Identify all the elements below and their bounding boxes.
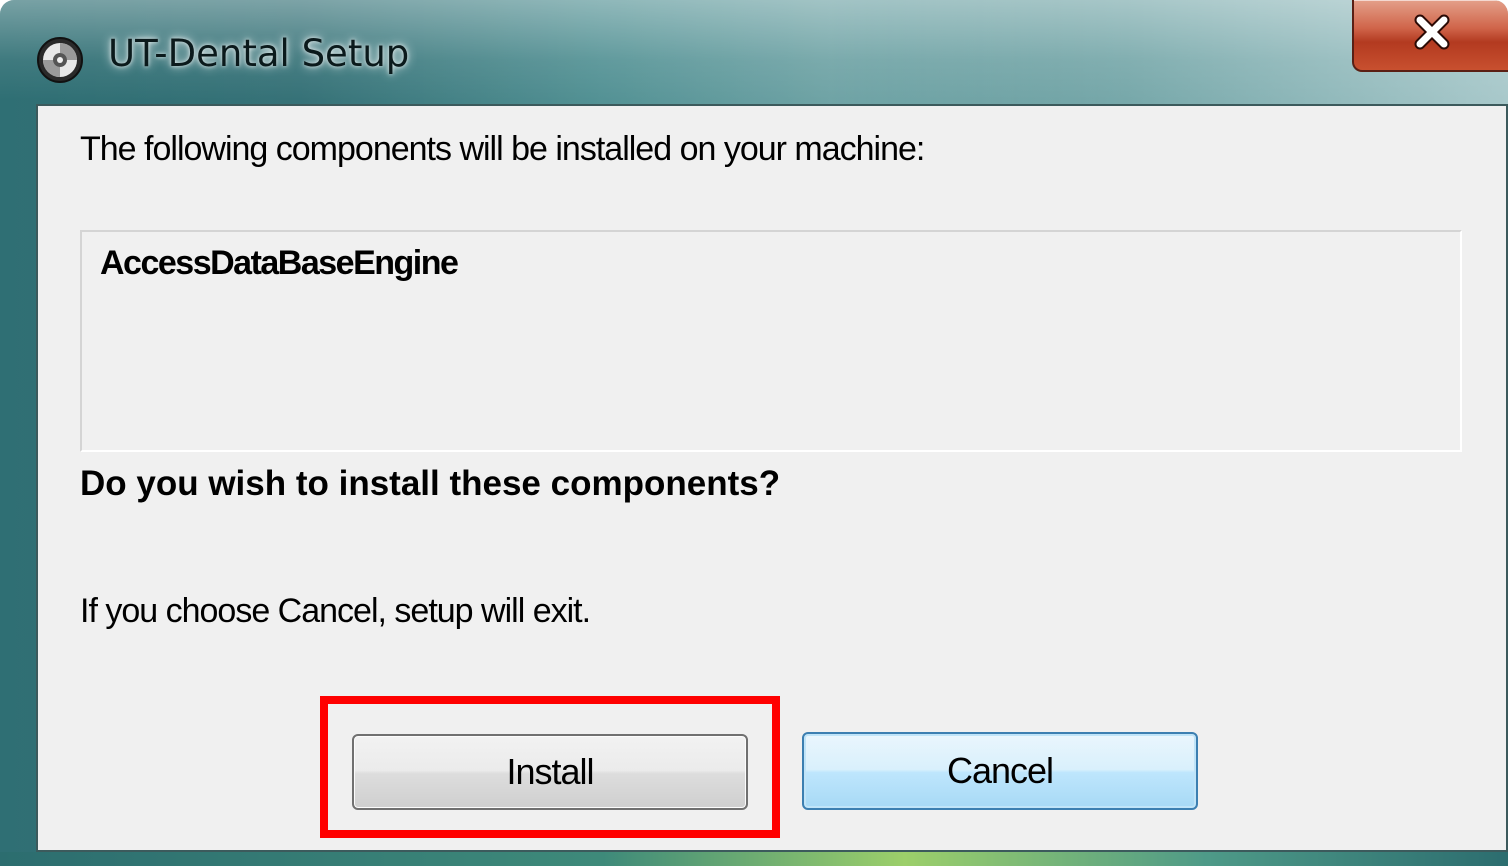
- components-list[interactable]: AccessDataBaseEngine: [80, 230, 1462, 452]
- title-bar[interactable]: UT-Dental Setup: [0, 0, 1508, 104]
- window-bottom-edge: [0, 852, 1508, 866]
- list-item: AccessDataBaseEngine: [100, 244, 459, 282]
- cancel-note: If you choose Cancel, setup will exit.: [80, 592, 591, 630]
- window-title: UT-Dental Setup: [108, 32, 410, 75]
- close-button[interactable]: [1352, 0, 1508, 72]
- cancel-button[interactable]: Cancel: [802, 732, 1198, 810]
- install-button[interactable]: Install: [352, 734, 748, 810]
- dialog-body: The following components will be install…: [36, 104, 1508, 852]
- setup-window: UT-Dental Setup The following components…: [0, 0, 1508, 866]
- intro-text: The following components will be install…: [80, 130, 925, 168]
- setup-disc-icon: [36, 36, 84, 84]
- close-icon: [1412, 12, 1452, 52]
- install-question: Do you wish to install these components?: [80, 464, 781, 503]
